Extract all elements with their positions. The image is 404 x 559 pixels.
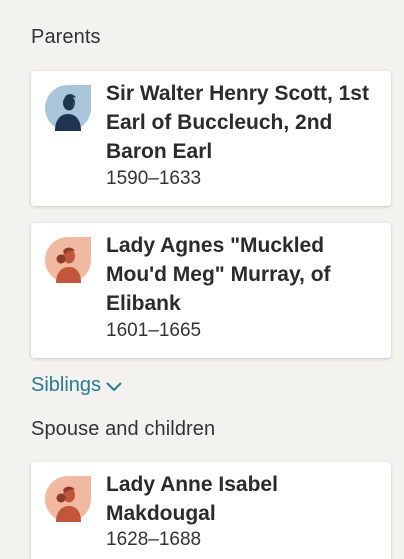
person-card-father[interactable]: Sir Walter Henry Scott, 1st Earl of Bucc… — [31, 71, 391, 206]
male-avatar-icon — [45, 85, 91, 131]
parents-heading: Parents — [31, 26, 101, 48]
spouse-children-heading: Spouse and children — [31, 418, 216, 440]
person-card-mother[interactable]: Lady Agnes "Muckled Mou'd Meg" Murray, o… — [31, 223, 391, 358]
person-card-spouse[interactable]: Lady Anne Isabel Makdougal 1628–1688 — [31, 462, 391, 559]
female-avatar-icon — [45, 476, 91, 522]
person-dates: 1601–1665 — [106, 320, 202, 341]
person-dates: 1628–1688 — [106, 529, 202, 550]
person-name[interactable]: Lady Agnes "Muckled Mou'd Meg" Murray, o… — [106, 231, 379, 318]
siblings-toggle[interactable]: Siblings — [31, 374, 122, 397]
siblings-label[interactable]: Siblings — [31, 374, 101, 397]
person-name[interactable]: Sir Walter Henry Scott, 1st Earl of Bucc… — [106, 79, 379, 166]
person-name[interactable]: Lady Anne Isabel Makdougal — [106, 470, 379, 528]
female-avatar-icon — [45, 237, 91, 283]
chevron-down-icon[interactable] — [106, 382, 122, 392]
person-dates: 1590–1633 — [106, 168, 202, 189]
family-panel: Parents Sir Walter Henry Scott, 1st Earl… — [0, 0, 404, 559]
